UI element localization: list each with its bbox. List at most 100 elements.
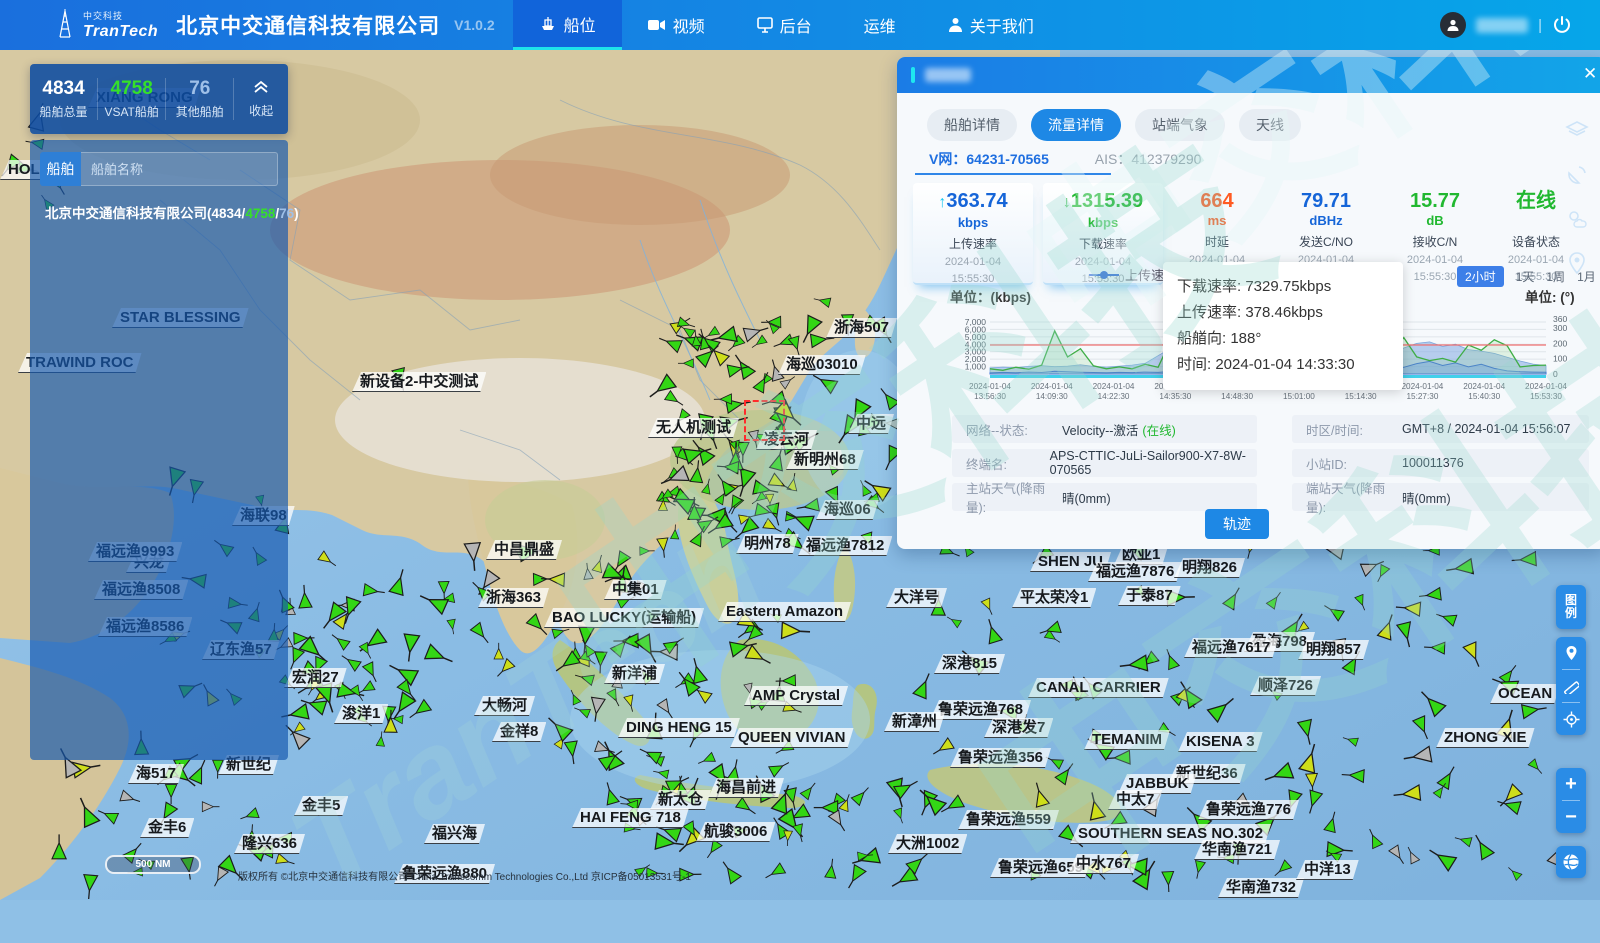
nav-item-backend[interactable]: 后台 xyxy=(731,0,838,50)
ship-label[interactable]: KISENA 3 xyxy=(1178,732,1263,752)
ship-label[interactable]: 明翔857 xyxy=(1298,640,1369,660)
ship-search-input[interactable] xyxy=(81,152,278,186)
track-button[interactable]: 轨迹 xyxy=(1205,509,1269,539)
ship-label[interactable]: HAI FENG 718 xyxy=(572,808,689,828)
ship-label[interactable]: BAO LUCKY(运输船) xyxy=(544,608,704,628)
ship-label[interactable]: 无人机测试 xyxy=(648,418,739,438)
ship-label[interactable]: 福远渔7812 xyxy=(798,536,892,556)
tab-站端气象[interactable]: 站端气象 xyxy=(1135,109,1225,141)
svg-text:2024-01-04: 2024-01-04 xyxy=(1463,382,1505,391)
ship-label[interactable]: 于泰87 xyxy=(1118,586,1181,606)
tab-ais[interactable]: AIS：412379290 xyxy=(1095,151,1202,167)
ship-label[interactable]: 新漳州 xyxy=(884,712,945,732)
svg-text:100: 100 xyxy=(1553,354,1567,364)
ship-label[interactable]: 顺泽726 xyxy=(1250,676,1321,696)
ship-label[interactable]: 深港815 xyxy=(934,654,1005,674)
tab-船舶详情[interactable]: 船舶详情 xyxy=(927,109,1017,141)
ship-label[interactable]: 中洋13 xyxy=(1296,860,1359,880)
ship-label[interactable]: 金丰5 xyxy=(294,796,348,816)
ship-label[interactable]: 福兴海 xyxy=(424,824,485,844)
tab-天线[interactable]: 天线 xyxy=(1239,109,1301,141)
stat-other: 76 其他船舶 xyxy=(166,78,234,120)
ship-label[interactable]: 明翔826 xyxy=(1174,558,1245,578)
close-icon[interactable]: ✕ xyxy=(1583,64,1597,84)
ship-label[interactable]: 鲁荣远渔768 xyxy=(930,700,1031,720)
ship-label[interactable]: 海巡03010 xyxy=(778,355,866,375)
ship-label[interactable]: 中水767 xyxy=(1068,854,1139,874)
ship-label[interactable]: 金丰6 xyxy=(140,818,194,838)
range-2小时[interactable]: 2小时 xyxy=(1457,266,1504,287)
ship-label[interactable]: 浚洋1 xyxy=(334,704,388,724)
zoom-in-button[interactable]: + xyxy=(1556,768,1586,800)
ship-icon xyxy=(539,15,557,33)
ship-label[interactable]: 大洋号 xyxy=(886,588,947,608)
ship-label[interactable]: 福远渔7876 xyxy=(1088,562,1182,582)
map-scale-bar: 500 NM xyxy=(105,855,201,874)
ship-label[interactable]: 海巡06 xyxy=(816,500,879,520)
ship-label[interactable]: 新太仓 xyxy=(650,790,711,810)
ship-label[interactable]: 浙海507 xyxy=(826,318,897,338)
ship-label[interactable]: 大洲1002 xyxy=(888,834,967,854)
ship-label[interactable]: 深港发7 xyxy=(984,718,1053,738)
legend-button[interactable]: 图例 xyxy=(1556,585,1586,629)
legend-upload-marker xyxy=(1089,274,1119,276)
nav-label: 关于我们 xyxy=(970,13,1034,37)
ruler-icon[interactable] xyxy=(1556,670,1586,702)
ship-label[interactable]: QUEEN VIVIAN xyxy=(730,728,854,748)
ship-label[interactable]: 海昌前进 xyxy=(708,778,784,798)
ship-label[interactable]: 新洋浦 xyxy=(604,664,665,684)
ship-label[interactable]: 鲁荣远渔356 xyxy=(950,748,1051,768)
ship-label[interactable]: Eastern Amazon xyxy=(718,602,851,622)
range-1周[interactable]: 1周 xyxy=(1546,268,1565,285)
power-icon[interactable] xyxy=(1552,15,1572,35)
ship-label[interactable]: 平太荣冷1 xyxy=(1012,588,1096,608)
ship-name-redacted xyxy=(925,68,971,82)
tab-流量详情[interactable]: 流量详情 xyxy=(1031,109,1121,141)
ship-label[interactable]: 华南渔721 xyxy=(1194,840,1280,860)
pin-icon[interactable] xyxy=(1556,637,1586,669)
ship-label[interactable]: 新明州68 xyxy=(786,450,864,470)
ship-label[interactable]: 金祥8 xyxy=(492,722,546,742)
ship-label[interactable]: 宏润27 xyxy=(284,668,347,688)
ship-label[interactable]: 中太7 xyxy=(1108,790,1162,810)
globe-icon[interactable] xyxy=(1556,846,1586,878)
search-type-button[interactable]: 船舶 xyxy=(40,152,81,186)
ship-label[interactable]: 鲁荣远渔776 xyxy=(1198,800,1299,820)
ship-label[interactable]: 中集01 xyxy=(604,580,667,600)
nav-label: 船位 xyxy=(564,12,596,36)
ship-label[interactable]: 浙海363 xyxy=(478,588,549,608)
ship-label[interactable]: AMP Crystal xyxy=(744,686,848,706)
ship-label[interactable]: ZHONG XIE xyxy=(1436,728,1535,748)
ship-label[interactable]: CANAL CARRIER xyxy=(1028,678,1169,698)
tree-node-company[interactable]: 北京中交通信科技有限公司(4834/4758/76) xyxy=(40,202,278,222)
ship-label[interactable]: 明州78 xyxy=(736,534,799,554)
ship-label[interactable]: 新设备2-中交测试 xyxy=(352,372,486,392)
ship-label[interactable]: 福远渔7617 xyxy=(1184,638,1278,658)
metric-value: ↓1315.39 xyxy=(1043,189,1163,215)
ship-label[interactable]: TEMANIM xyxy=(1084,730,1170,750)
nav-item-about[interactable]: 关于我们 xyxy=(922,0,1060,50)
app-logo[interactable]: 中交科技 TranTech xyxy=(52,9,158,41)
nav-item-video[interactable]: 视频 xyxy=(622,0,731,50)
collapse-button[interactable]: 收起 xyxy=(234,80,288,119)
logo-en-text: TranTech xyxy=(83,23,158,41)
range-1天[interactable]: 1天 xyxy=(1516,268,1535,285)
locate-icon[interactable] xyxy=(1556,703,1586,735)
ship-label[interactable]: 华南渔732 xyxy=(1218,878,1304,898)
ship-label[interactable]: 航骏3006 xyxy=(696,822,775,842)
ship-label[interactable]: DING HENG 15 xyxy=(618,718,740,738)
nav-item-position[interactable]: 船位 xyxy=(513,0,622,50)
ship-label[interactable]: 鲁荣远渔559 xyxy=(958,810,1059,830)
user-avatar[interactable] xyxy=(1440,12,1466,38)
ship-label[interactable]: 大畅河 xyxy=(474,696,535,716)
ship-label[interactable]: OCEAN xyxy=(1490,684,1560,704)
nav-item-ops[interactable]: 运维 xyxy=(838,0,922,50)
zoom-out-button[interactable]: − xyxy=(1556,801,1586,833)
info-小站ID: 小站ID:100011376 xyxy=(1292,449,1589,477)
detail-panel-header: ✕ xyxy=(897,57,1600,93)
ship-label[interactable]: 中昌鼎盛 xyxy=(486,540,562,560)
stat-other-label: 其他船舶 xyxy=(166,103,233,120)
ship-label[interactable]: 海517 xyxy=(128,764,184,784)
ship-label[interactable]: 隆兴636 xyxy=(234,834,305,854)
tab-vnet[interactable]: V网：64231-70565 xyxy=(929,151,1049,167)
